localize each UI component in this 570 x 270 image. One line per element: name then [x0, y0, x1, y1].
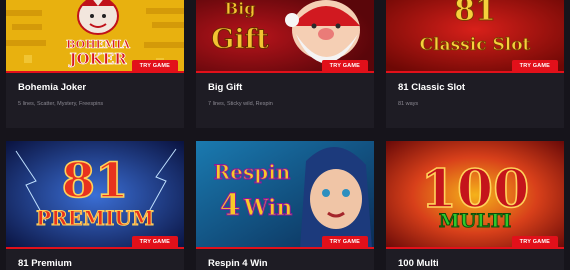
game-title[interactable]: Respin 4 Win	[196, 258, 374, 269]
game-description: 81 ways	[398, 101, 419, 107]
game-title[interactable]: 100 Multi	[386, 258, 564, 269]
try-game-button[interactable]: TRY GAME	[131, 236, 178, 249]
game-logo-line1: Big	[225, 0, 256, 18]
game-card-big-gift[interactable]: Big Gift TRY GAME Big Gift 7 lines, Stic…	[196, 0, 374, 128]
game-logo-line1: 81	[62, 153, 129, 209]
game-title[interactable]: Bohemia Joker	[6, 82, 184, 93]
game-title[interactable]: 81 Premium	[6, 258, 184, 269]
game-logo-line2: MULTI	[439, 210, 512, 232]
game-description: 7 lines, Sticky wild, Respin	[208, 101, 273, 107]
game-thumbnail[interactable]: 100 MULTI TRY GAME	[386, 141, 564, 249]
game-thumbnail[interactable]: Respin 4 Win TRY GAME	[196, 141, 374, 249]
game-logo-line2: 4	[220, 188, 241, 223]
game-logo-line2: PREMIUM	[36, 206, 154, 230]
try-game-button[interactable]: TRY GAME	[511, 236, 558, 249]
game-logo-line1: Respin	[214, 160, 291, 184]
game-title[interactable]: 81 Classic Slot	[386, 82, 564, 93]
game-logo-line3: Win	[243, 195, 293, 221]
try-game-button[interactable]: TRY GAME	[321, 60, 368, 73]
game-logo-line2: Classic Slot	[420, 35, 531, 55]
game-description: 5 lines, Scatter, Mystery, Freespins	[18, 101, 104, 107]
try-game-button[interactable]: TRY GAME	[131, 60, 178, 73]
game-logo-line2: JOKER	[67, 50, 127, 68]
game-logo-line1: 81	[454, 0, 496, 28]
game-thumbnail[interactable]: 81 PREMIUM TRY GAME	[6, 141, 184, 249]
game-thumbnail[interactable]: BOHEMIA JOKER TRY GAME	[6, 0, 184, 73]
try-game-button[interactable]: TRY GAME	[511, 60, 558, 73]
game-logo-line2: Gift	[211, 24, 269, 55]
game-card-respin-4-win[interactable]: Respin 4 Win TRY GAME Respin 4 Win	[196, 141, 374, 270]
game-thumbnail[interactable]: 81 Classic Slot TRY GAME	[386, 0, 564, 73]
try-game-button[interactable]: TRY GAME	[321, 236, 368, 249]
game-title[interactable]: Big Gift	[196, 82, 374, 93]
game-card-81-premium[interactable]: 81 PREMIUM TRY GAME 81 Premium	[6, 141, 184, 270]
game-card-100-multi[interactable]: 100 MULTI TRY GAME 100 Multi	[386, 141, 564, 270]
game-card-bohemia-joker[interactable]: BOHEMIA JOKER TRY GAME Bohemia Joker 5 l…	[6, 0, 184, 128]
game-card-81-classic-slot[interactable]: 81 Classic Slot TRY GAME 81 Classic Slot…	[386, 0, 564, 128]
game-thumbnail[interactable]: Big Gift TRY GAME	[196, 0, 374, 73]
